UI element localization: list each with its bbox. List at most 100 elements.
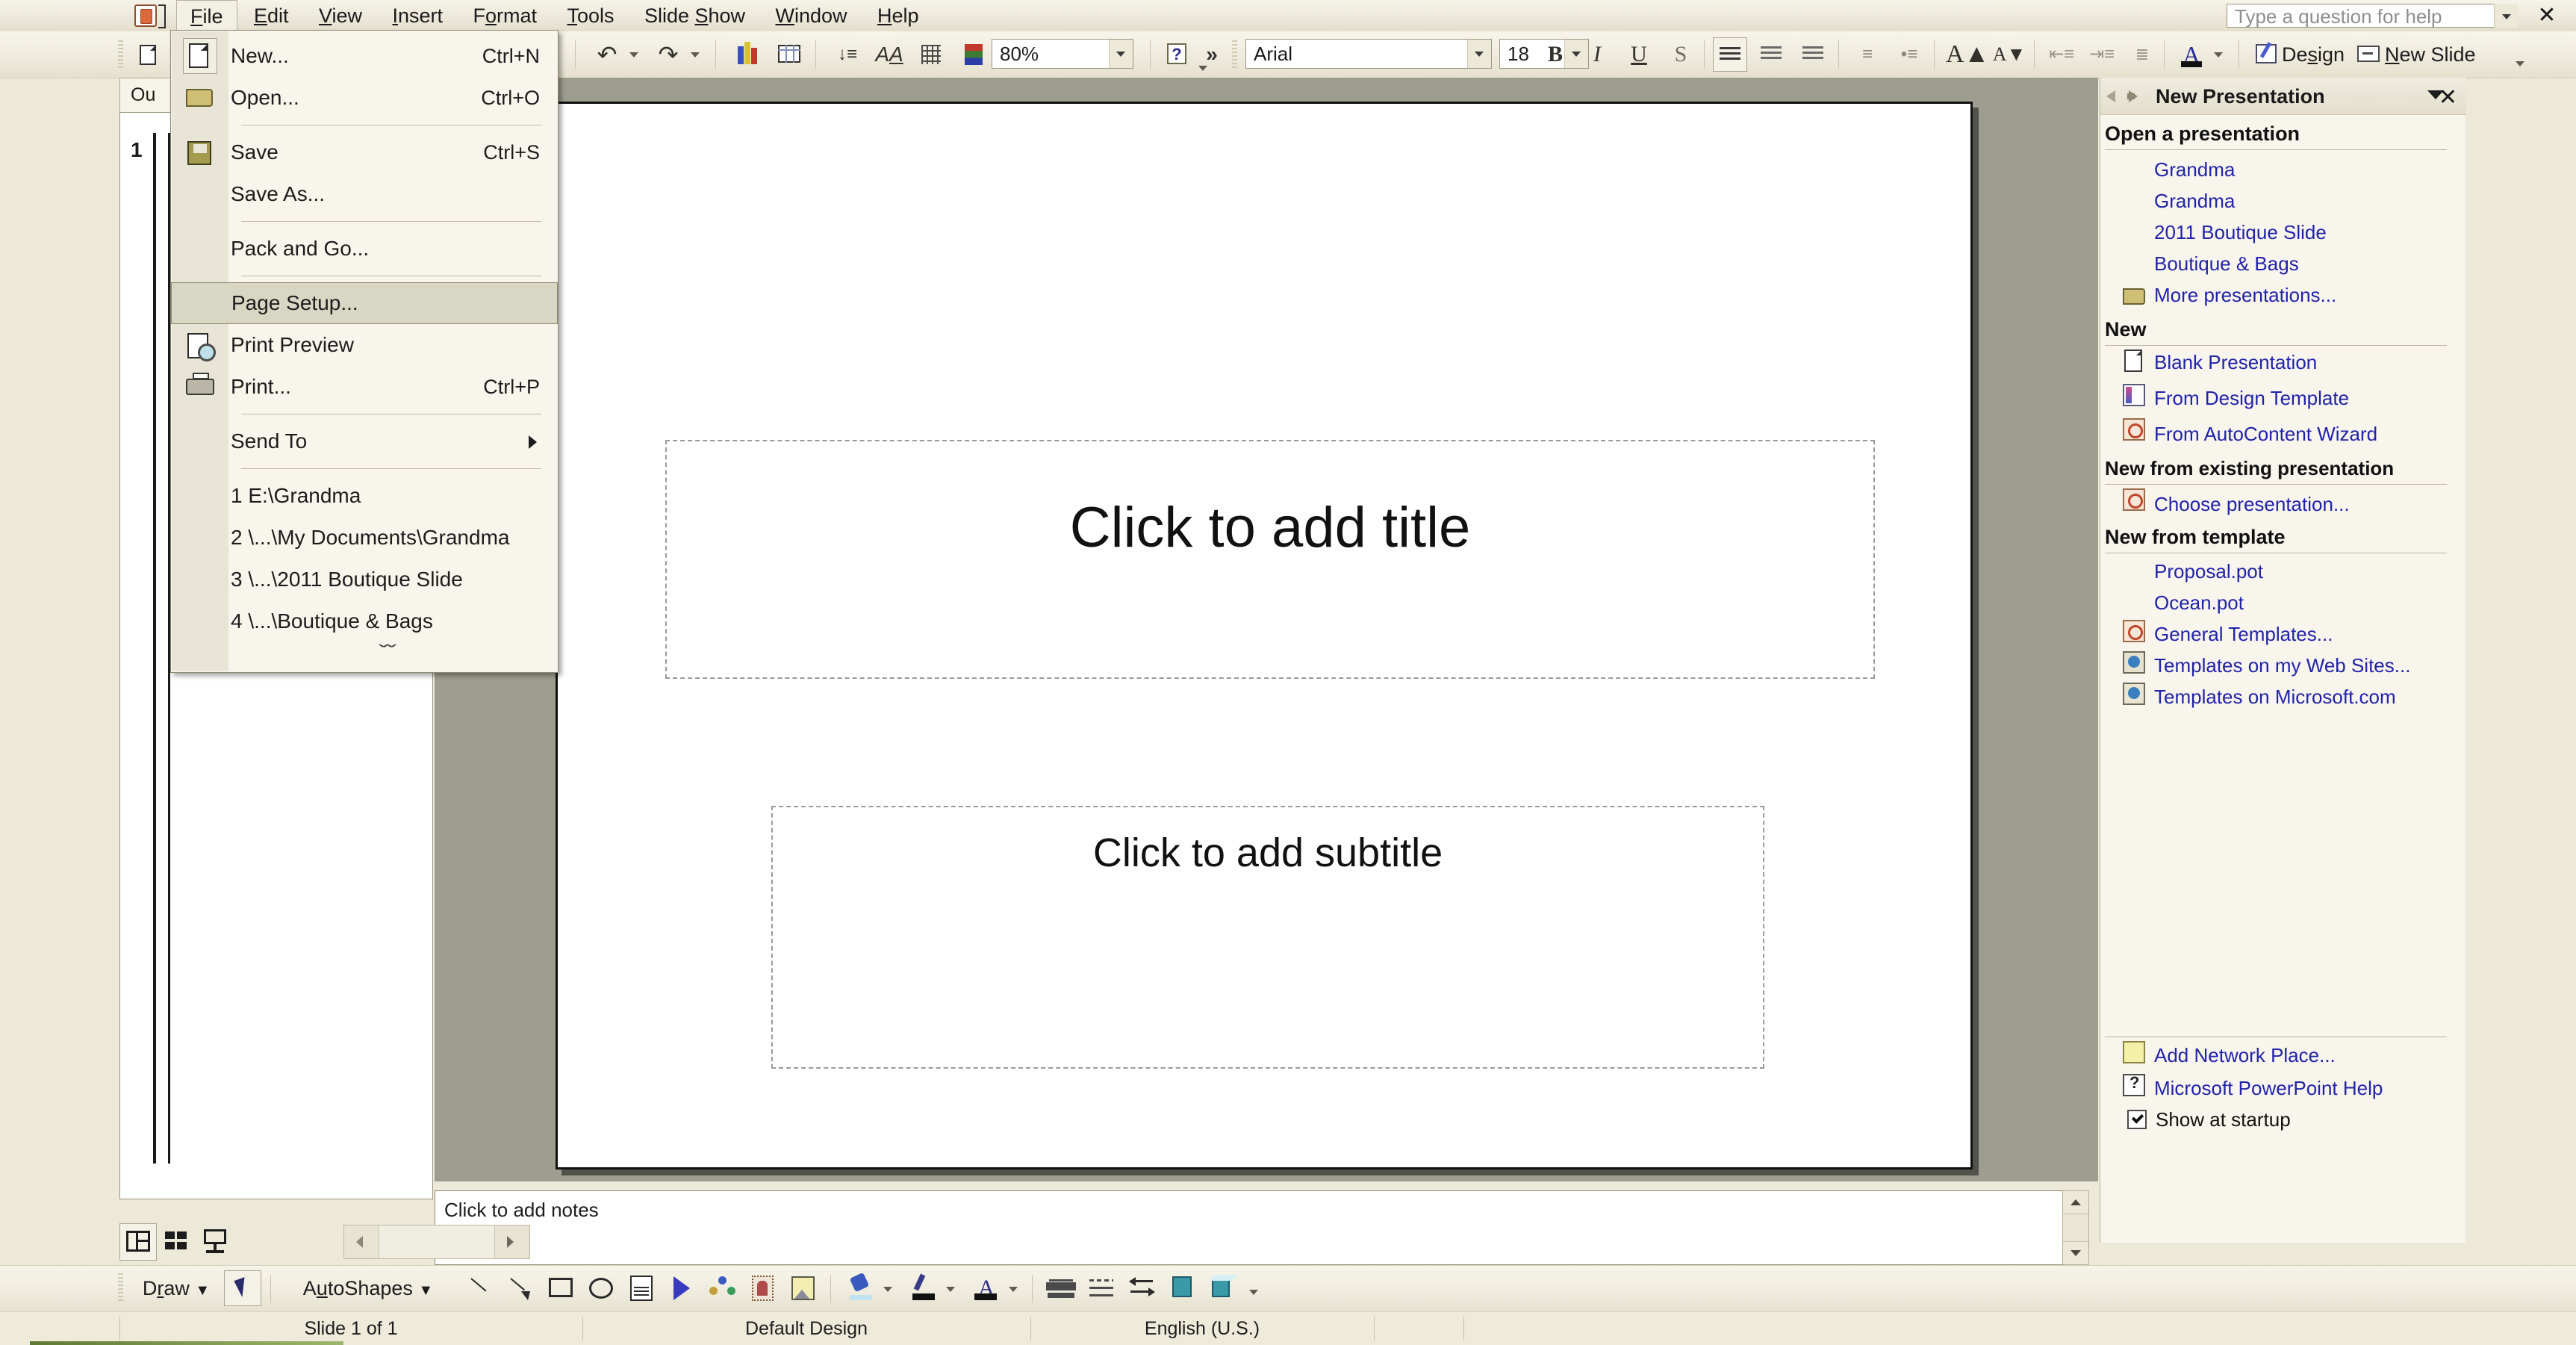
drawing-toolbar-grip[interactable] bbox=[118, 1273, 123, 1302]
italic-button[interactable]: I bbox=[1580, 37, 1614, 72]
menu-item-recent-4[interactable]: 4 \...\Boutique & Bags bbox=[171, 600, 558, 642]
font-color-button[interactable]: A bbox=[968, 1270, 1005, 1306]
zoom-combo[interactable]: 80% bbox=[992, 39, 1133, 69]
autoshapes-menu-button[interactable]: AutoShapes ▼ bbox=[282, 1270, 454, 1306]
task-pane-link[interactable]: Grandma bbox=[2154, 158, 2235, 181]
scroll-left-icon[interactable] bbox=[344, 1226, 379, 1258]
arrow-button[interactable] bbox=[502, 1270, 539, 1306]
normal-view-button[interactable] bbox=[119, 1223, 157, 1261]
redo-button[interactable]: ↷ bbox=[651, 37, 685, 72]
menu-item-print-preview[interactable]: Print Preview bbox=[171, 324, 558, 366]
expand-all-button[interactable]: ↓≡ bbox=[830, 37, 865, 72]
font-color-button[interactable]: A bbox=[2174, 37, 2209, 72]
help-search-input[interactable]: Type a question for help bbox=[2227, 4, 2518, 28]
align-left-button[interactable] bbox=[1713, 37, 1747, 72]
arrow-style-button[interactable] bbox=[1123, 1270, 1160, 1306]
subtitle-placeholder[interactable]: Click to add subtitle bbox=[771, 806, 1764, 1069]
design-button[interactable]: Design bbox=[2282, 37, 2345, 72]
task-pane-link[interactable]: General Templates... bbox=[2154, 623, 2333, 646]
line-style-button[interactable] bbox=[1042, 1270, 1080, 1306]
new-slide-icon[interactable] bbox=[2351, 37, 2385, 72]
font-color-dropdown-icon[interactable] bbox=[1007, 1282, 1020, 1296]
redo-dropdown-icon[interactable] bbox=[688, 48, 702, 61]
show-at-startup-checkbox[interactable] bbox=[2127, 1110, 2147, 1129]
task-pane-link[interactable]: Choose presentation... bbox=[2154, 493, 2350, 516]
menu-item-open[interactable]: Open... Ctrl+O bbox=[171, 77, 558, 119]
bulleted-list-button[interactable]: •≡ bbox=[1892, 37, 1926, 72]
slide-show-view-button[interactable] bbox=[197, 1223, 234, 1261]
help-button[interactable]: ? bbox=[1159, 37, 1193, 72]
task-pane-link[interactable]: Add Network Place... bbox=[2154, 1044, 2336, 1067]
menu-item-new[interactable]: New... Ctrl+N bbox=[171, 35, 558, 77]
task-pane-link[interactable]: Blank Presentation bbox=[2154, 351, 2317, 374]
line-color-button[interactable] bbox=[905, 1270, 942, 1306]
menu-item-recent-1[interactable]: 1 E:\Grandma bbox=[171, 475, 558, 517]
task-pane-link[interactable]: Templates on my Web Sites... bbox=[2154, 654, 2410, 677]
undo-button[interactable]: ↶ bbox=[590, 37, 624, 72]
menu-item-recent-3[interactable]: 3 \...\2011 Boutique Slide bbox=[171, 559, 558, 600]
draw-menu-button[interactable]: Draw ▼ bbox=[131, 1270, 221, 1306]
toolbar-overflow-chevron-icon[interactable] bbox=[1196, 61, 1210, 75]
horizontal-scrollbar[interactable] bbox=[343, 1225, 530, 1259]
design-icon[interactable] bbox=[2249, 37, 2283, 72]
task-pane-link[interactable]: Boutique & Bags bbox=[2154, 252, 2299, 276]
task-pane-link[interactable]: Ocean.pot bbox=[2154, 591, 2244, 615]
menu-slide-show[interactable]: Slide Show bbox=[631, 0, 759, 31]
drawing-toolbar-more-chevron-icon[interactable] bbox=[1247, 1285, 1260, 1299]
outline-slide-thumbnail[interactable] bbox=[153, 133, 170, 1164]
undo-dropdown-icon[interactable] bbox=[627, 48, 641, 61]
chevron-down-icon[interactable] bbox=[2494, 4, 2518, 28]
menu-item-print[interactable]: Print... Ctrl+P bbox=[171, 366, 558, 408]
shadow-style-button[interactable] bbox=[1163, 1270, 1201, 1306]
task-pane-link[interactable]: 2011 Boutique Slide bbox=[2154, 221, 2327, 244]
close-window-button[interactable]: ✕ bbox=[2534, 3, 2560, 28]
slide-canvas[interactable]: Click to add title Click to add subtitle bbox=[556, 102, 1973, 1170]
line-color-dropdown-icon[interactable] bbox=[944, 1282, 957, 1296]
menu-item-pack-and-go[interactable]: Pack and Go... bbox=[171, 228, 558, 270]
task-pane-link[interactable]: Proposal.pot bbox=[2154, 560, 2263, 583]
text-shadow-button[interactable]: S bbox=[1664, 37, 1698, 72]
rectangle-button[interactable] bbox=[542, 1270, 579, 1306]
menu-help[interactable]: Help bbox=[864, 0, 933, 31]
fill-color-dropdown-icon[interactable] bbox=[881, 1282, 895, 1296]
task-pane-link[interactable]: From AutoContent Wizard bbox=[2154, 423, 2377, 446]
insert-diagram-button[interactable] bbox=[703, 1270, 741, 1306]
oval-button[interactable] bbox=[582, 1270, 620, 1306]
toolbar-more-chevron-icon[interactable] bbox=[2513, 57, 2527, 70]
task-pane-close-button[interactable]: ✕ bbox=[2439, 81, 2457, 114]
file-menu-dropdown[interactable]: New... Ctrl+N Open... Ctrl+O Save Ctrl+S… bbox=[170, 30, 559, 673]
formatting-toolbar-grip[interactable] bbox=[1232, 40, 1237, 69]
back-arrow-icon[interactable] bbox=[2105, 87, 2124, 106]
color-grayscale-button[interactable] bbox=[956, 37, 990, 72]
dash-style-button[interactable] bbox=[1083, 1270, 1120, 1306]
menu-item-send-to[interactable]: Send To bbox=[171, 420, 558, 462]
decrease-font-size-button[interactable]: A▼ bbox=[1992, 37, 2026, 72]
title-placeholder[interactable]: Click to add title bbox=[665, 440, 1875, 679]
menu-window[interactable]: Window bbox=[762, 0, 860, 31]
align-right-button[interactable] bbox=[1796, 37, 1831, 72]
task-pane-link[interactable]: More presentations... bbox=[2154, 284, 2336, 307]
menu-edit[interactable]: Edit bbox=[240, 0, 302, 31]
show-formatting-button[interactable]: AA bbox=[872, 37, 906, 72]
task-pane-link[interactable]: Microsoft PowerPoint Help bbox=[2154, 1077, 2383, 1100]
3d-style-button[interactable] bbox=[1204, 1270, 1241, 1306]
font-name-combo[interactable]: Arial bbox=[1245, 39, 1492, 69]
forward-arrow-icon[interactable] bbox=[2127, 87, 2147, 106]
scroll-up-icon[interactable] bbox=[2063, 1191, 2088, 1214]
decrease-indent-button[interactable]: ⇤≡ bbox=[2044, 37, 2079, 72]
select-objects-button[interactable] bbox=[224, 1270, 261, 1306]
new-slide-button[interactable]: New Slide bbox=[2385, 37, 2476, 72]
insert-picture-button[interactable] bbox=[784, 1270, 821, 1306]
text-box-button[interactable] bbox=[623, 1270, 660, 1306]
increase-font-size-button[interactable]: A▲ bbox=[1946, 37, 1989, 72]
menu-tools[interactable]: Tools bbox=[553, 0, 627, 31]
toolbar-grip[interactable] bbox=[118, 40, 123, 69]
menu-insert[interactable]: Insert bbox=[379, 0, 456, 31]
slide-sorter-view-button[interactable] bbox=[158, 1223, 196, 1261]
numbered-list-button[interactable]: ≡ bbox=[1850, 37, 1885, 72]
insert-table-button[interactable] bbox=[772, 37, 806, 72]
scroll-right-icon[interactable] bbox=[494, 1226, 529, 1258]
menu-item-page-setup[interactable]: Page Setup... bbox=[171, 282, 558, 324]
menu-file[interactable]: File bbox=[176, 0, 237, 31]
insert-clip-art-button[interactable] bbox=[744, 1270, 781, 1306]
